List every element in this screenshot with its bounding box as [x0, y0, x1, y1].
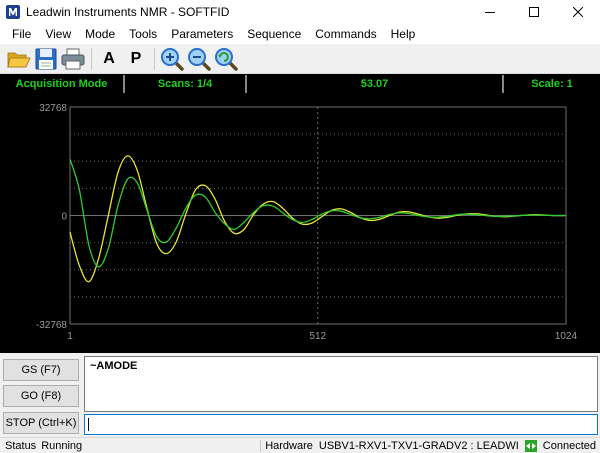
zoom-out-icon	[188, 47, 211, 71]
menu-tools[interactable]: Tools	[122, 24, 164, 44]
menu-mode[interactable]: Mode	[78, 24, 122, 44]
autoscale-a-button[interactable]: A	[96, 46, 122, 72]
text-caret	[88, 418, 89, 431]
console-output: ~AMODE	[84, 356, 598, 412]
menu-bar: File View Mode Tools Parameters Sequence…	[0, 24, 600, 44]
gs-button[interactable]: GS (F7)	[3, 359, 79, 381]
save-icon	[35, 48, 57, 69]
x-tick-label: 512	[309, 331, 326, 342]
title-bar: Leadwin Instruments NMR - SOFTFID	[0, 0, 600, 24]
minimize-button[interactable]	[468, 0, 512, 24]
minimize-icon	[485, 12, 495, 13]
zoom-in-icon	[161, 47, 184, 71]
x-tick-label: 1	[67, 331, 73, 342]
zoom-reset-button[interactable]	[213, 46, 239, 72]
status-bar: Status Running Hardware USBV1-RXV1-TXV1-…	[0, 437, 600, 453]
menu-commands[interactable]: Commands	[308, 24, 383, 44]
printer-icon	[61, 48, 85, 69]
save-button[interactable]	[33, 46, 59, 72]
zoom-out-button[interactable]	[186, 46, 212, 72]
menu-help[interactable]: Help	[384, 24, 423, 44]
status-label: Status	[5, 439, 37, 452]
folder-open-icon	[7, 52, 31, 67]
open-button[interactable]	[6, 46, 32, 72]
phase-p-button[interactable]: P	[123, 46, 149, 72]
zoom-in-button[interactable]	[159, 46, 185, 72]
letter-a-label: A	[103, 49, 115, 67]
maximize-icon	[529, 7, 539, 17]
y-tick-label: 32768	[39, 103, 67, 114]
y-tick-label: 0	[61, 212, 67, 223]
connected-icon	[524, 439, 537, 452]
acquisition-value: 53.07	[247, 75, 504, 93]
maximize-button[interactable]	[512, 0, 556, 24]
status-value: Running	[41, 439, 83, 452]
zoom-reset-icon	[215, 47, 238, 71]
command-input[interactable]	[84, 414, 598, 435]
hardware-label: Hardware	[265, 439, 313, 452]
acquisition-mode-label: Acquisition Mode	[0, 75, 125, 93]
close-icon	[573, 7, 583, 17]
letter-p-label: P	[130, 49, 142, 67]
command-area: GS (F7) GO (F8) STOP (Ctrl+K) ~AMODE	[0, 353, 600, 437]
menu-view[interactable]: View	[38, 24, 78, 44]
close-button[interactable]	[556, 0, 600, 24]
console-text: ~AMODE	[90, 360, 138, 372]
window-title: Leadwin Instruments NMR - SOFTFID	[26, 5, 230, 19]
go-button[interactable]: GO (F8)	[3, 385, 79, 407]
stop-button[interactable]: STOP (Ctrl+K)	[3, 412, 79, 434]
toolbar-separator	[154, 47, 155, 70]
fid-chart: 32768 0 -327681 512 1024	[36, 103, 578, 342]
acquisition-status-row: Acquisition Mode Scans: 1/4 53.07 Scale:…	[0, 74, 600, 93]
menu-file[interactable]: File	[0, 24, 38, 44]
y-tick-label: -32768	[36, 320, 68, 331]
app-logo-icon	[6, 5, 20, 19]
toolbar: A P	[0, 44, 600, 74]
connection-status: Connected	[542, 439, 596, 452]
toolbar-separator	[91, 47, 92, 70]
menu-parameters[interactable]: Parameters	[164, 24, 240, 44]
fid-plot[interactable]: 32768 0 -32768 1 512 1024	[0, 93, 600, 353]
scale-label: Scale: 1	[531, 78, 573, 90]
x-tick-label: 1024	[555, 331, 578, 342]
menu-sequence[interactable]: Sequence	[240, 24, 308, 44]
scans-count: Scans: 1/4	[125, 75, 247, 93]
hardware-value: USBV1-RXV1-TXV1-GRADV2 : LEADWI	[318, 439, 519, 452]
print-button[interactable]	[60, 46, 86, 72]
